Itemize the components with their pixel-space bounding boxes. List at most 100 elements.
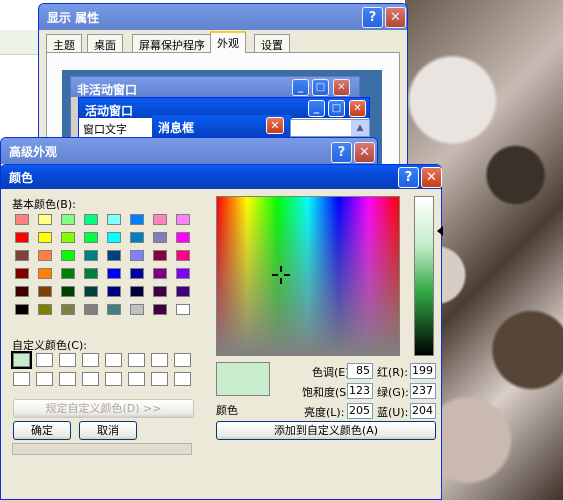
- help-button[interactable]: ?: [362, 7, 383, 28]
- close-button[interactable]: ✕: [385, 7, 406, 28]
- basic-color-swatch[interactable]: [153, 250, 167, 261]
- color-dialog-titlebar[interactable]: 颜色: [1, 165, 441, 189]
- custom-color-swatch[interactable]: [151, 372, 168, 386]
- basic-color-swatch[interactable]: [38, 286, 52, 297]
- color-spectrum[interactable]: [216, 196, 400, 356]
- tab-theme[interactable]: 主题: [46, 34, 82, 53]
- basic-color-swatch[interactable]: [153, 268, 167, 279]
- tab-appearance[interactable]: 外观: [210, 31, 246, 53]
- display-properties-titlebar[interactable]: 显示 属性: [39, 4, 407, 30]
- minimize-icon: _: [292, 79, 309, 96]
- basic-color-swatch[interactable]: [61, 286, 75, 297]
- custom-color-swatch[interactable]: [82, 372, 99, 386]
- basic-color-swatch[interactable]: [107, 286, 121, 297]
- help-button[interactable]: ?: [331, 142, 352, 163]
- red-field[interactable]: 199: [410, 363, 436, 379]
- basic-color-swatch[interactable]: [38, 268, 52, 279]
- basic-color-swatch[interactable]: [84, 214, 98, 225]
- basic-color-swatch[interactable]: [15, 232, 29, 243]
- custom-color-swatch[interactable]: [36, 372, 53, 386]
- basic-color-swatch[interactable]: [38, 232, 52, 243]
- blue-field[interactable]: 204: [410, 403, 436, 419]
- hue-field[interactable]: 85: [347, 363, 373, 379]
- basic-color-swatch[interactable]: [107, 268, 121, 279]
- basic-color-swatch[interactable]: [84, 232, 98, 243]
- basic-color-swatch[interactable]: [15, 268, 29, 279]
- basic-color-swatch[interactable]: [130, 304, 144, 315]
- custom-color-swatch[interactable]: [128, 372, 145, 386]
- cancel-button[interactable]: 取消: [79, 421, 137, 440]
- luminance-bar[interactable]: [414, 196, 434, 356]
- luminance-arrow-icon[interactable]: [437, 226, 443, 236]
- basic-color-swatch[interactable]: [84, 304, 98, 315]
- close-button[interactable]: ✕: [421, 167, 442, 188]
- basic-color-swatch[interactable]: [61, 214, 75, 225]
- color-solid-label: 颜色: [216, 404, 238, 417]
- basic-color-swatch[interactable]: [176, 268, 190, 279]
- custom-color-swatch[interactable]: [13, 372, 30, 386]
- custom-color-swatch[interactable]: [11, 351, 32, 369]
- basic-color-swatch[interactable]: [153, 232, 167, 243]
- basic-color-swatch[interactable]: [153, 214, 167, 225]
- green-field[interactable]: 237: [410, 383, 436, 399]
- basic-color-swatch[interactable]: [153, 304, 167, 315]
- tab-desktop[interactable]: 桌面: [87, 34, 123, 53]
- basic-color-swatch[interactable]: [130, 214, 144, 225]
- tab-settings[interactable]: 设置: [254, 34, 290, 53]
- basic-color-swatch[interactable]: [84, 250, 98, 261]
- basic-color-swatch[interactable]: [61, 268, 75, 279]
- custom-color-swatch[interactable]: [82, 353, 99, 367]
- custom-color-swatch[interactable]: [174, 372, 191, 386]
- basic-color-swatch[interactable]: [61, 232, 75, 243]
- custom-color-swatch[interactable]: [59, 353, 76, 367]
- basic-color-swatch[interactable]: [15, 214, 29, 225]
- window-text-sample: 窗口文字: [83, 123, 127, 136]
- custom-color-swatch[interactable]: [151, 353, 168, 367]
- basic-color-swatch[interactable]: [15, 304, 29, 315]
- basic-color-swatch[interactable]: [84, 268, 98, 279]
- basic-color-swatch[interactable]: [107, 250, 121, 261]
- basic-color-swatch[interactable]: [107, 214, 121, 225]
- custom-color-swatch[interactable]: [128, 353, 145, 367]
- green-label: 绿(G):: [377, 386, 409, 399]
- basic-color-swatch[interactable]: [176, 232, 190, 243]
- add-to-custom-colors-button[interactable]: 添加到自定义颜色(A): [216, 421, 436, 440]
- basic-color-swatch[interactable]: [38, 214, 52, 225]
- scroll-up-icon: ▲: [351, 120, 369, 136]
- basic-color-swatch[interactable]: [84, 286, 98, 297]
- basic-color-swatch[interactable]: [15, 250, 29, 261]
- custom-colors-label: 自定义颜色(C):: [12, 339, 87, 352]
- basic-color-swatch[interactable]: [176, 250, 190, 261]
- crosshair-icon: [272, 266, 290, 284]
- basic-color-swatch[interactable]: [107, 232, 121, 243]
- basic-color-swatch[interactable]: [130, 250, 144, 261]
- custom-color-swatch[interactable]: [59, 372, 76, 386]
- basic-color-swatch[interactable]: [15, 286, 29, 297]
- basic-color-swatch[interactable]: [130, 286, 144, 297]
- tab-screensaver[interactable]: 屏幕保护程序: [132, 34, 212, 53]
- basic-color-swatch[interactable]: [61, 304, 75, 315]
- define-custom-colors-button[interactable]: 规定自定义颜色(D) >>: [13, 399, 194, 418]
- luminance-field[interactable]: 205: [347, 403, 373, 419]
- basic-color-swatch[interactable]: [176, 214, 190, 225]
- basic-color-swatch[interactable]: [130, 232, 144, 243]
- custom-color-swatch[interactable]: [105, 372, 122, 386]
- basic-color-swatch[interactable]: [176, 286, 190, 297]
- basic-color-swatch[interactable]: [153, 286, 167, 297]
- basic-color-swatch[interactable]: [107, 304, 121, 315]
- custom-color-swatch[interactable]: [174, 353, 191, 367]
- custom-color-swatch[interactable]: [36, 353, 53, 367]
- basic-color-swatch[interactable]: [38, 250, 52, 261]
- ok-button[interactable]: 确定: [13, 421, 71, 440]
- advanced-appearance-titlebar[interactable]: 高级外观: [1, 138, 377, 164]
- basic-color-swatch[interactable]: [38, 304, 52, 315]
- close-button[interactable]: ✕: [354, 142, 375, 163]
- help-button[interactable]: ?: [398, 167, 419, 188]
- saturation-field[interactable]: 123: [347, 383, 373, 399]
- basic-color-swatch[interactable]: [130, 268, 144, 279]
- custom-color-swatch[interactable]: [105, 353, 122, 367]
- basic-color-swatch[interactable]: [61, 250, 75, 261]
- color-solid-preview: [216, 362, 270, 396]
- basic-color-swatch[interactable]: [176, 304, 190, 315]
- background-window-strip: [0, 30, 40, 55]
